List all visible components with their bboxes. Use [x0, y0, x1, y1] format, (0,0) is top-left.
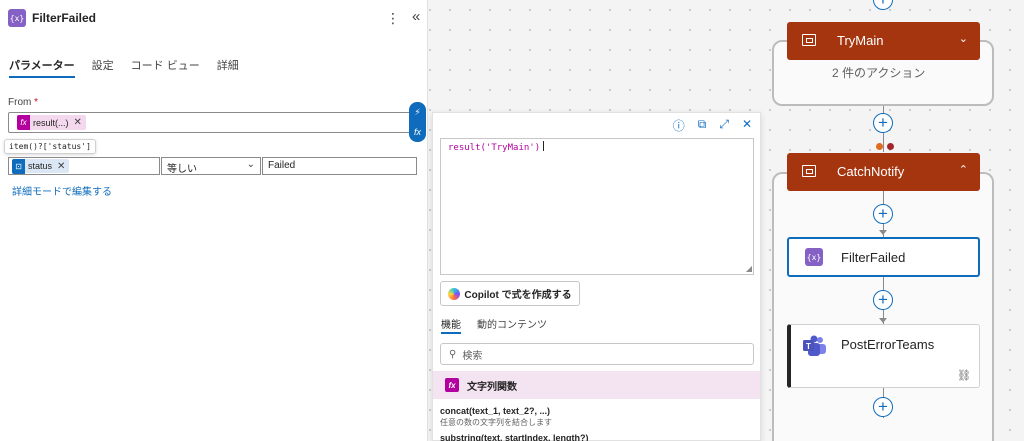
- function-item-substring[interactable]: substring(text, startIndex, length?): [440, 433, 589, 441]
- editor-toolbar: ⓘ ⧉ ⤢ ✕: [673, 117, 752, 134]
- card-filterfailed-title: FilterFailed: [841, 250, 906, 265]
- connector-arrow: [879, 230, 887, 235]
- from-label: From *: [8, 97, 38, 108]
- copy-icon[interactable]: ⧉: [698, 117, 707, 134]
- advanced-mode-link[interactable]: 詳細モードで編集する: [12, 183, 112, 198]
- chevron-down-icon[interactable]: ⌄: [959, 32, 968, 45]
- card-posterrorteams[interactable]: T PostErrorTeams ⛓: [787, 324, 980, 388]
- function-search-input[interactable]: ⚲ 検索: [440, 343, 754, 365]
- scope-icon: [802, 34, 816, 46]
- function-category-string[interactable]: fx 文字列関数: [433, 371, 760, 399]
- copilot-create-expression-button[interactable]: Copilot で式を作成する: [440, 281, 580, 306]
- card-posterrorteams-title: PostErrorTeams: [841, 337, 935, 352]
- run-after-failed-dot: [876, 143, 883, 150]
- tab-code-view[interactable]: コード ビュー: [131, 57, 200, 79]
- info-icon[interactable]: ⓘ: [673, 117, 685, 134]
- tab-settings[interactable]: 設定: [92, 57, 114, 79]
- copilot-icon: [448, 287, 461, 300]
- add-action-after-filter-button[interactable]: +: [873, 290, 893, 310]
- properties-panel: {x} FilterFailed ⋮ « パラメーター 設定 コード ビュー 詳…: [0, 0, 428, 441]
- tab-dynamic-content[interactable]: 動的コンテンツ: [477, 316, 547, 336]
- expression-editor: ⓘ ⧉ ⤢ ✕ result('TryMain') ◢ Copilot で式を作…: [432, 112, 761, 441]
- scope-trymain-header[interactable]: TryMain ⌄: [787, 22, 980, 60]
- required-mark: *: [34, 97, 39, 108]
- collapse-panel-icon[interactable]: «: [412, 8, 420, 25]
- condition-operator-select[interactable]: 等しい ⌄: [161, 157, 261, 175]
- search-placeholder: 検索: [462, 350, 483, 362]
- run-after-indicators[interactable]: [876, 143, 894, 150]
- resize-handle-icon[interactable]: ◢: [746, 264, 752, 273]
- remove-token-icon[interactable]: ✕: [74, 117, 82, 128]
- expand-icon[interactable]: ⤢: [719, 117, 729, 134]
- chevron-up-icon[interactable]: ⌃: [959, 163, 968, 176]
- teams-icon: T: [803, 335, 826, 356]
- function-category-label: 文字列関数: [467, 381, 517, 393]
- tab-parameters[interactable]: パラメーター: [9, 57, 75, 79]
- tab-functions[interactable]: 機能: [441, 316, 461, 336]
- svg-text:T: T: [806, 342, 811, 351]
- filter-array-icon: {x}: [8, 9, 26, 27]
- more-options-icon[interactable]: ⋮: [386, 10, 400, 27]
- dynamic-content-icon: ⊡: [12, 158, 25, 174]
- add-action-top-button[interactable]: +: [873, 0, 893, 10]
- condition-value-input[interactable]: Failed: [262, 157, 417, 175]
- scope-icon: [802, 165, 816, 177]
- panel-header: {x} FilterFailed ⋮ «: [8, 8, 427, 30]
- insert-content-pill[interactable]: ⚡ fx: [409, 102, 426, 142]
- copilot-button-label: Copilot で式を作成する: [464, 290, 572, 301]
- scope-trymain-subtitle: 2 件のアクション: [832, 66, 926, 80]
- search-icon: ⚲: [449, 348, 457, 360]
- card-filterfailed[interactable]: {x} FilterFailed: [787, 237, 980, 277]
- dynamic-token-label: status: [28, 161, 53, 171]
- run-after-timedout-dot: [887, 143, 894, 150]
- expression-textarea[interactable]: result('TryMain') ◢: [440, 138, 754, 275]
- add-action-between-scopes-button[interactable]: +: [873, 113, 893, 133]
- operator-value: 等しい: [167, 164, 197, 175]
- filter-array-icon: {x}: [805, 248, 823, 266]
- function-description: 任意の数の文字列を結合します: [440, 418, 552, 427]
- editor-tabs: 機能 動的コンテンツ: [441, 316, 547, 336]
- link-icon[interactable]: ⛓: [957, 369, 971, 382]
- function-icon: fx: [445, 378, 459, 392]
- tab-details[interactable]: 詳細: [217, 57, 239, 79]
- panel-tabs: パラメーター 設定 コード ビュー 詳細: [9, 57, 256, 79]
- connector-arrow: [879, 318, 887, 323]
- close-icon[interactable]: ✕: [742, 117, 752, 134]
- condition-left-input[interactable]: ⊡ status ✕: [8, 157, 160, 175]
- expression-icon[interactable]: fx: [414, 127, 421, 137]
- from-label-text: From: [8, 97, 32, 108]
- expression-text: result('TryMain'): [448, 141, 544, 153]
- function-icon: fx: [17, 115, 30, 130]
- dynamic-content-icon[interactable]: ⚡: [414, 107, 420, 118]
- token-tooltip: item()?['status']: [4, 139, 96, 154]
- remove-token-icon[interactable]: ✕: [57, 161, 65, 172]
- expression-token-label: result(...): [33, 117, 69, 128]
- scope-catchnotify-title: CatchNotify: [837, 164, 905, 179]
- function-signature: concat(text_1, text_2?, ...): [440, 406, 551, 416]
- scope-catchnotify-header[interactable]: CatchNotify ⌃: [787, 153, 980, 191]
- add-action-in-scope-button[interactable]: +: [873, 204, 893, 224]
- dynamic-content-token[interactable]: ⊡ status ✕: [12, 158, 70, 174]
- chevron-down-icon: ⌄: [246, 159, 255, 170]
- add-action-bottom-button[interactable]: +: [873, 397, 893, 417]
- from-input[interactable]: fx result(...) ✕: [8, 112, 418, 133]
- panel-title[interactable]: FilterFailed: [32, 11, 96, 25]
- function-signature: substring(text, startIndex, length?): [440, 433, 589, 441]
- expression-token[interactable]: fx result(...) ✕: [17, 115, 86, 130]
- function-item-concat[interactable]: concat(text_1, text_2?, ...) 任意の数の文字列を結合…: [440, 406, 552, 428]
- scope-trymain-title: TryMain: [837, 33, 884, 48]
